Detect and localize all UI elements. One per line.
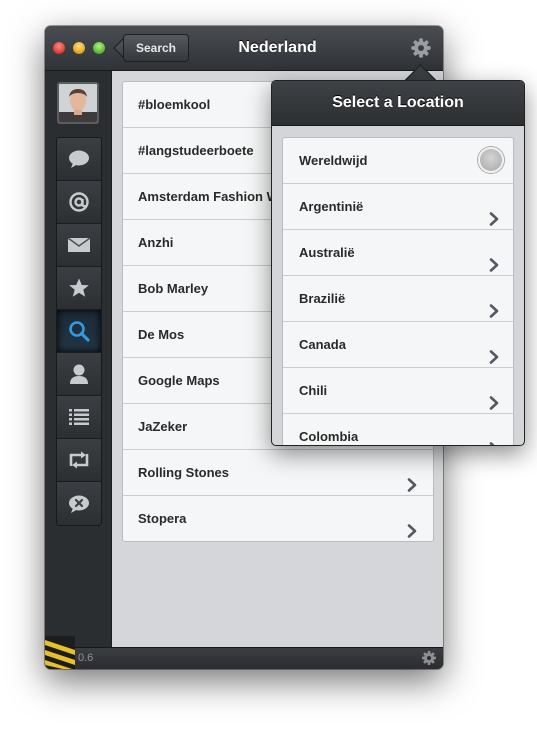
zoom-window-button[interactable] — [93, 42, 105, 54]
sidebar-item-search[interactable] — [57, 310, 101, 353]
sidebar-item-messages[interactable] — [57, 138, 101, 181]
list-icon — [69, 409, 89, 425]
hazard-stripes — [45, 636, 75, 669]
location-label: Argentinië — [299, 199, 364, 214]
trend-label: De Mos — [138, 327, 185, 342]
chevron-right-icon — [489, 245, 499, 272]
window-title: Nederland — [238, 39, 317, 56]
close-window-button[interactable] — [53, 42, 65, 54]
trend-label: Google Maps — [138, 373, 220, 388]
location-label: Wereldwijd — [299, 153, 368, 168]
location-option[interactable]: Argentinië — [283, 184, 513, 230]
location-label: Australië — [299, 245, 355, 260]
sidebar-item-mute[interactable] — [57, 482, 101, 525]
popover-title: Select a Location — [272, 81, 524, 126]
location-label: Colombia — [299, 429, 359, 444]
trend-label: Bob Marley — [138, 281, 209, 296]
location-option[interactable]: Canada — [283, 322, 513, 368]
envelope-icon — [67, 237, 91, 252]
location-option[interactable]: Chili — [283, 368, 513, 414]
location-list: Wereldwijd Argentinië Australië Brazilië Can… — [282, 137, 514, 445]
sidebar-item-profile[interactable] — [57, 353, 101, 396]
trend-label: JaZeker — [138, 419, 188, 434]
avatar[interactable] — [57, 82, 99, 124]
sidebar-item-direct-messages[interactable] — [57, 224, 101, 267]
sidebar-item-mentions[interactable] — [57, 181, 101, 224]
sidebar-item-lists[interactable] — [57, 396, 101, 439]
location-option[interactable]: Colombia — [283, 414, 513, 445]
chevron-right-icon — [407, 511, 417, 538]
sidebar — [45, 71, 112, 647]
minimize-window-button[interactable] — [73, 42, 85, 54]
trend-label: #bloemkool — [138, 97, 211, 112]
user-photo-icon — [59, 84, 97, 122]
title-bar: Search Nederland — [45, 26, 443, 71]
radio-button[interactable] — [478, 147, 504, 173]
trend-label: #langstudeerboete — [138, 143, 254, 158]
trend-row[interactable]: Rolling Stones — [123, 450, 433, 496]
chevron-right-icon — [489, 383, 499, 410]
mute-bubble-icon — [69, 495, 89, 513]
chevron-right-icon — [407, 465, 417, 492]
back-search-button[interactable]: Search — [123, 34, 189, 62]
trend-label: Rolling Stones — [138, 465, 229, 480]
magnifier-icon — [69, 321, 90, 342]
trend-label: Amsterdam Fashion W — [138, 189, 279, 204]
sidebar-item-retweets[interactable] — [57, 439, 101, 482]
speech-bubble-icon — [69, 150, 89, 168]
retweet-icon — [69, 451, 89, 469]
chevron-right-icon — [489, 337, 499, 364]
star-icon — [69, 278, 89, 297]
chevron-right-icon — [489, 291, 499, 318]
at-sign-icon — [69, 192, 89, 212]
location-option[interactable]: Brazilië — [283, 276, 513, 322]
trend-label: Anzhi — [138, 235, 174, 250]
chevron-right-icon — [489, 429, 499, 445]
location-label: Brazilië — [299, 291, 346, 306]
location-option[interactable]: Wereldwijd — [283, 138, 513, 184]
status-bar: 0.6 — [45, 636, 443, 669]
location-popover: Select a Location Wereldwijd Argentinië Au… — [271, 80, 525, 446]
location-label: Chili — [299, 383, 328, 398]
trend-row[interactable]: Stopera — [123, 496, 433, 541]
trend-label: Stopera — [138, 511, 187, 526]
settings-gear-icon[interactable] — [421, 650, 437, 666]
location-label: Canada — [299, 337, 346, 352]
gear-icon[interactable] — [410, 37, 432, 59]
person-icon — [70, 364, 88, 384]
location-option[interactable]: Australië — [283, 230, 513, 276]
sidebar-item-favorites[interactable] — [57, 267, 101, 310]
chevron-right-icon — [489, 199, 499, 226]
version-label: 0.6 — [78, 652, 94, 664]
sidebar-nav — [56, 137, 102, 526]
